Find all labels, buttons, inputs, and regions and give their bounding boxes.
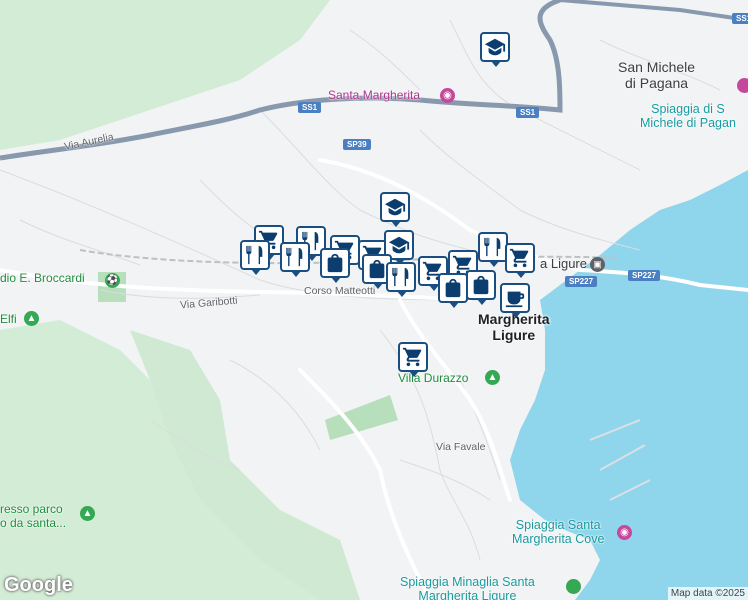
label-via-favale: Via Favale (436, 441, 486, 453)
shopping-cart-icon[interactable] (398, 342, 428, 377)
camera-icon[interactable]: ◉ (440, 88, 455, 103)
label-santa-margherita-poi: Santa Margherita (328, 88, 421, 102)
google-logo: Google (4, 574, 73, 596)
train-station-icon[interactable]: ▣ (590, 257, 605, 272)
fork-knife-icon[interactable] (240, 240, 270, 275)
label-station: a Ligure (540, 256, 587, 271)
map-data-attribution[interactable]: Map data ©2025 (667, 587, 748, 600)
road-shield-ss1: SS1 (298, 102, 322, 113)
label-san-michele: San Michele di Pagana (618, 59, 696, 92)
beach-pin-icon[interactable] (566, 579, 581, 594)
coffee-cup-icon[interactable] (500, 283, 530, 318)
shopping-bag-icon[interactable] (466, 270, 496, 305)
beach-pin-icon[interactable] (737, 78, 748, 93)
shopping-cart-icon[interactable] (505, 243, 535, 278)
label-spiaggia-cove: Spiaggia Santa Margherita Cove (512, 518, 605, 547)
label-spiaggia-san-michele: Spiaggia di S Michele di Pagan (640, 102, 736, 131)
park-tree-icon[interactable]: ▲ (24, 311, 39, 326)
map-canvas[interactable]: SS1 SS1 SS1 SP39 SP227 SP227 San Michele… (0, 0, 748, 600)
beach-pin-icon[interactable]: ◉ (617, 525, 632, 540)
road-shield-sp227: SP227 (628, 270, 661, 281)
label-stadio: dio E. Broccardi (0, 271, 85, 285)
park-tree-icon[interactable]: ▲ (485, 370, 500, 385)
fork-knife-icon[interactable] (478, 232, 508, 267)
label-ingresso-parco: resso parco o da santa... (0, 502, 67, 530)
road-shield-sp39: SP39 (343, 139, 371, 150)
shopping-bag-icon[interactable] (320, 248, 350, 283)
label-elfi: Elfi (0, 312, 17, 326)
graduation-cap-icon[interactable] (380, 192, 410, 227)
shopping-bag-icon[interactable] (438, 273, 468, 308)
fork-knife-icon[interactable] (386, 262, 416, 297)
road-shield-ss1: SS1 (516, 107, 540, 118)
stadium-icon[interactable]: ⚽ (105, 273, 120, 288)
road-shield-sp227: SP227 (565, 276, 598, 287)
fork-knife-icon[interactable] (280, 242, 310, 277)
graduation-cap-icon[interactable] (480, 32, 510, 67)
label-corso-matteotti: Corso Matteotti (304, 285, 376, 297)
road-shield-ss1: SS1 (732, 13, 748, 24)
label-spiaggia-minaglia: Spiaggia Minaglia Santa Margherita Ligur… (400, 575, 535, 600)
park-tree-icon[interactable]: ▲ (80, 506, 95, 521)
